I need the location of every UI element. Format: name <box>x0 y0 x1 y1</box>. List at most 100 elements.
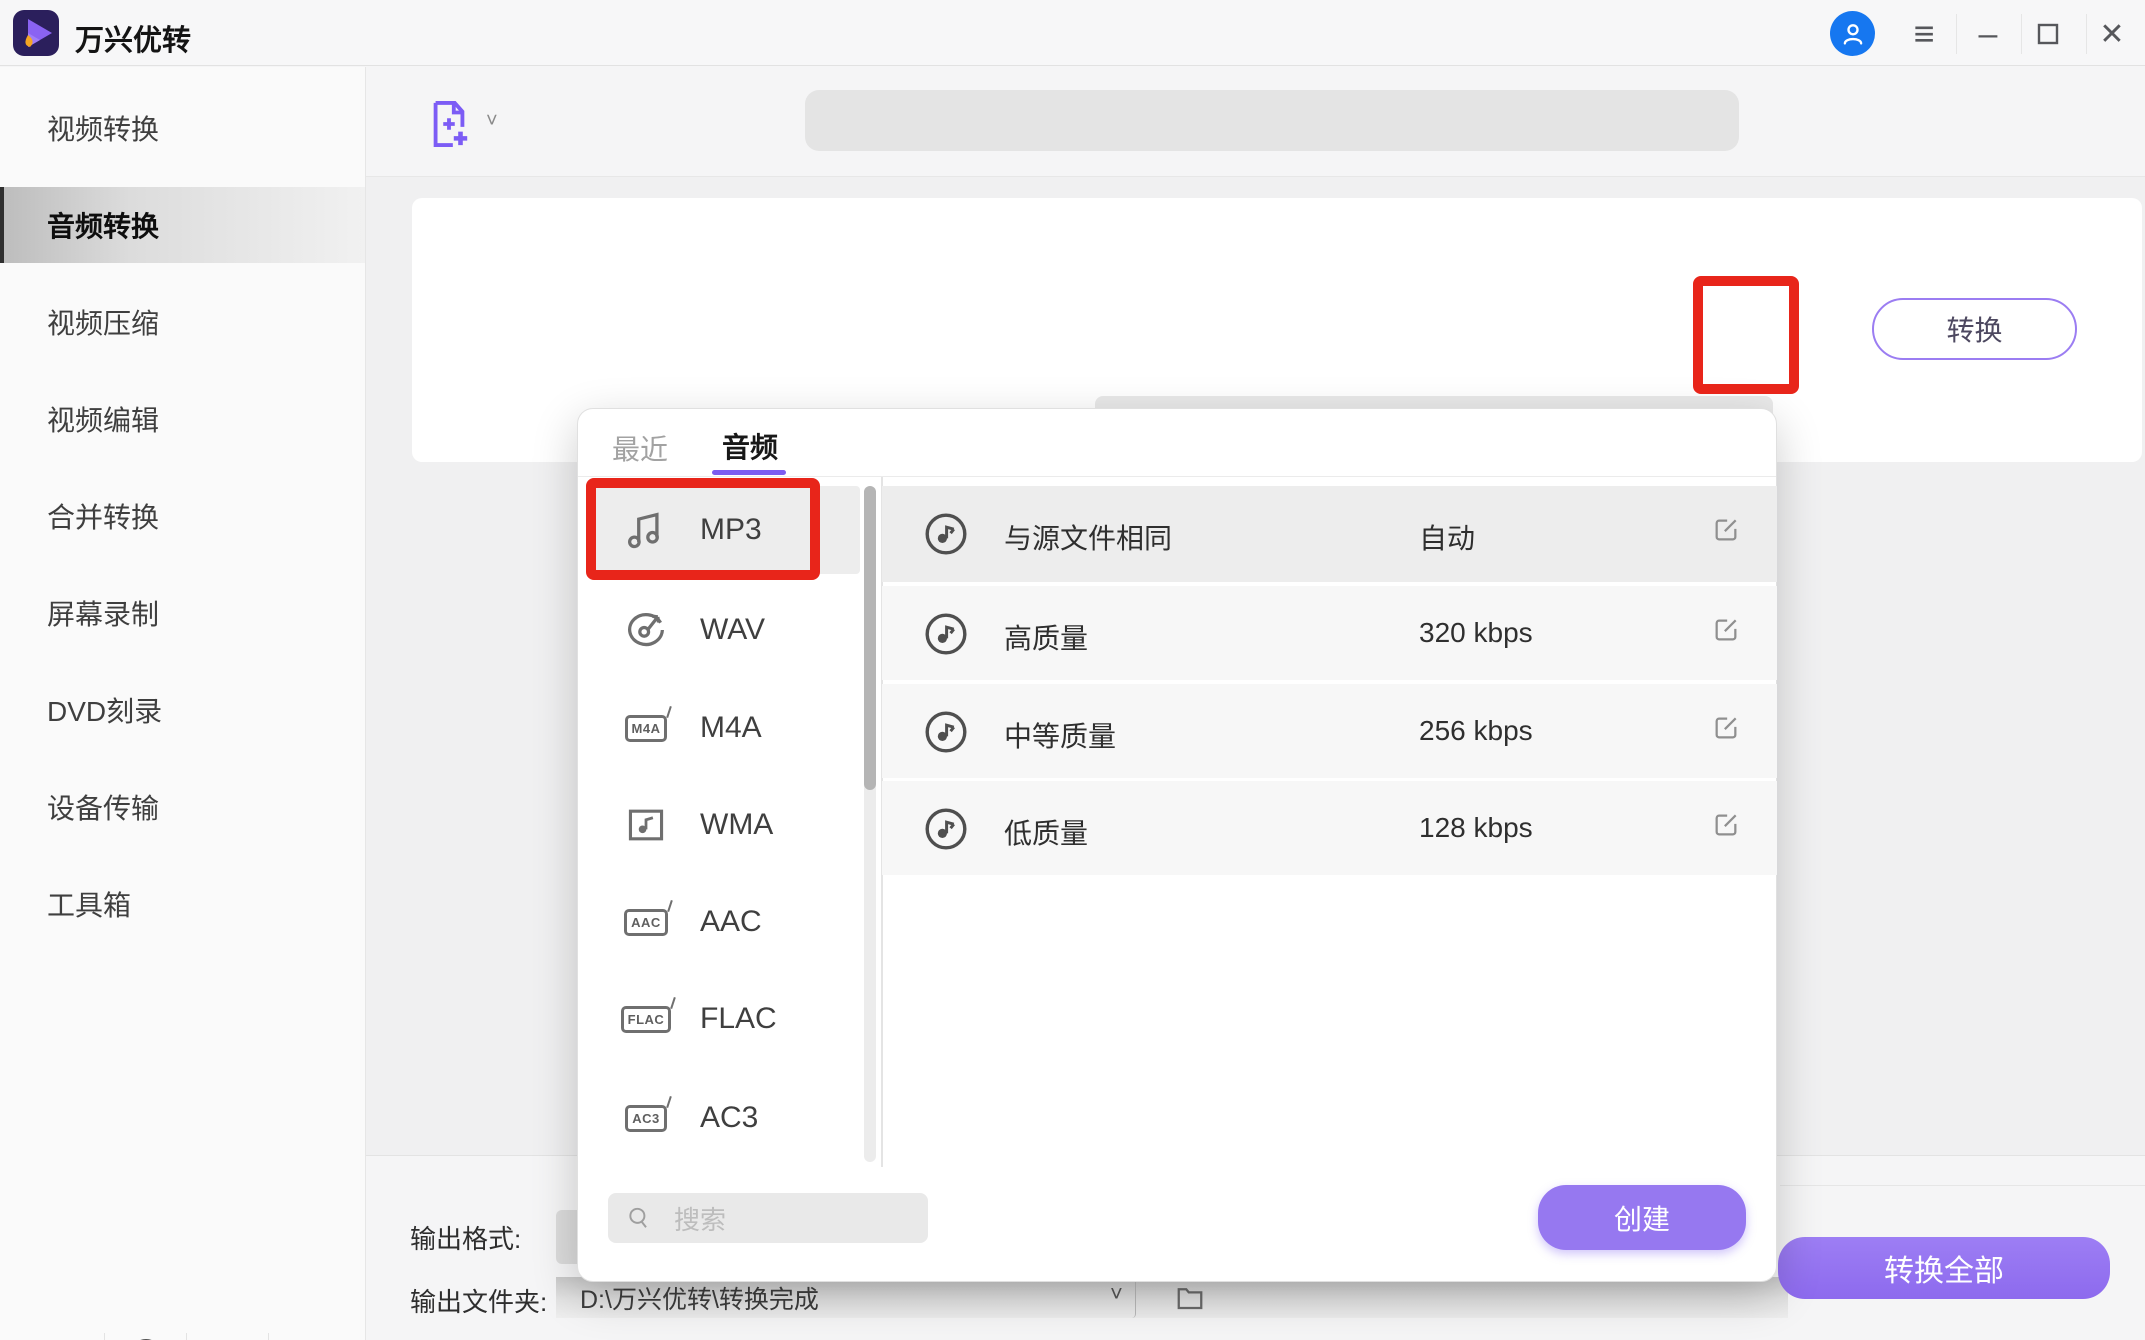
search-placeholder: 搜索 <box>674 1200 726 1237</box>
community-button[interactable] <box>204 1331 252 1340</box>
help-button[interactable]: ? <box>122 1331 170 1340</box>
sidebar-item-label: 工具箱 <box>47 884 131 924</box>
app-logo-icon <box>12 9 60 57</box>
active-tab-underline <box>712 470 786 475</box>
account-avatar[interactable] <box>1830 11 1875 56</box>
hamburger-icon: ≡ <box>1913 13 1934 55</box>
music-note-icon <box>618 504 674 556</box>
sidebar-item-device-transfer[interactable]: 设备传输 <box>0 769 365 845</box>
sidebar-item-video-compress[interactable]: 视频压缩 <box>0 284 365 360</box>
divider <box>578 476 1776 477</box>
edit-quality-button[interactable] <box>1712 516 1740 549</box>
divider <box>366 176 2145 177</box>
title-bar: 万兴优转 ≡ – ✕ <box>0 0 2145 66</box>
format-label: M4A <box>700 711 762 745</box>
search-icon <box>626 1205 652 1231</box>
sidebar-item-label: DVD刻录 <box>47 690 162 730</box>
sidebar-item-video-edit[interactable]: 视频编辑 <box>0 381 365 457</box>
sidebar: 视频转换 音频转换 视频压缩 视频编辑 合并转换 屏幕录制 DVD刻录 设备传输… <box>0 67 366 1340</box>
popup-tab-recent[interactable]: 最近 <box>612 428 682 462</box>
format-item-aac[interactable]: AAC AAC <box>590 878 860 966</box>
format-item-m4a[interactable]: M4A M4A <box>590 684 860 772</box>
edit-icon <box>1712 714 1740 742</box>
search-input[interactable]: 搜索 <box>608 1193 928 1243</box>
app-window: 万兴优转 ≡ – ✕ 视频转换 音频转换 视频压缩 视频编辑 合并转换 屏幕录制… <box>0 0 2145 1340</box>
divider <box>186 1333 187 1340</box>
quality-value: 自动 <box>1419 517 1475 557</box>
sidebar-item-label: 合并转换 <box>47 496 159 536</box>
quality-row-low[interactable]: 低质量 128 kbps <box>882 781 1777 875</box>
edit-quality-button[interactable] <box>1712 714 1740 747</box>
format-label: MP3 <box>700 513 762 547</box>
disc-arrow-icon <box>618 604 674 656</box>
quality-label: 中等质量 <box>1004 715 1116 755</box>
sidebar-item-label: 屏幕录制 <box>47 593 159 633</box>
quality-row-high[interactable]: 高质量 320 kbps <box>882 586 1777 680</box>
divider <box>104 1333 105 1340</box>
disc-note-icon <box>922 708 970 761</box>
convert-all-button[interactable]: 转换全部 <box>1778 1237 2110 1299</box>
create-button[interactable]: 创建 <box>1538 1185 1746 1250</box>
sidebar-item-merge-convert[interactable]: 合并转换 <box>0 478 365 554</box>
window-divider <box>1956 14 1957 54</box>
output-folder-label: 输出文件夹: <box>410 1282 547 1319</box>
format-item-ac3[interactable]: AC3 AC3 <box>590 1074 860 1162</box>
sidebar-item-label: 视频转换 <box>47 108 159 148</box>
close-button[interactable]: ✕ <box>2094 16 2130 52</box>
edit-icon <box>1712 616 1740 644</box>
m4a-badge-icon: M4A <box>618 702 674 754</box>
convert-button[interactable]: 转换 <box>1872 298 2077 360</box>
maximize-icon <box>2037 23 2059 45</box>
quality-value: 128 kbps <box>1419 812 1533 844</box>
maximize-button[interactable] <box>2030 16 2066 52</box>
sidebar-item-label: 视频编辑 <box>47 399 159 439</box>
add-file-icon <box>426 99 472 149</box>
chevron-down-icon[interactable]: ˅ <box>1110 1281 1123 1307</box>
format-label: WMA <box>700 808 773 842</box>
sidebar-item-dvd-burn[interactable]: DVD刻录 <box>0 672 365 748</box>
popup-tab-audio[interactable]: 音频 <box>722 426 792 460</box>
quality-label: 低质量 <box>1004 812 1088 852</box>
window-divider <box>2021 14 2022 54</box>
edit-quality-button[interactable] <box>1712 616 1740 649</box>
disc-note-icon <box>922 610 970 663</box>
quality-label: 高质量 <box>1004 617 1088 657</box>
sidebar-item-toolbox[interactable]: 工具箱 <box>0 866 365 942</box>
format-item-mp3[interactable]: MP3 <box>590 486 860 574</box>
output-folder-select[interactable]: D:\万兴优转\转换完成 <box>556 1277 1136 1318</box>
person-icon <box>1838 19 1868 49</box>
format-label: FLAC <box>700 1002 777 1036</box>
browse-folder-button[interactable] <box>1168 1281 1212 1315</box>
minimize-icon: – <box>1979 15 1998 54</box>
disc-note-icon <box>922 805 970 858</box>
window-divider <box>2086 14 2087 54</box>
sidebar-item-label: 视频压缩 <box>47 302 159 342</box>
quality-value: 256 kbps <box>1419 715 1533 747</box>
square-note-icon <box>618 799 674 851</box>
ac3-badge-icon: AC3 <box>618 1092 674 1144</box>
minimize-button[interactable]: – <box>1970 16 2006 52</box>
menu-button[interactable]: ≡ <box>1906 16 1942 52</box>
quality-row-same-as-source[interactable]: 与源文件相同 自动 <box>882 486 1777 582</box>
edit-icon <box>1712 516 1740 544</box>
chevron-down-icon[interactable]: ˅ <box>486 110 498 133</box>
quality-row-medium[interactable]: 中等质量 256 kbps <box>882 684 1777 778</box>
edit-quality-button[interactable] <box>1712 811 1740 844</box>
format-label: AC3 <box>700 1101 758 1135</box>
format-label: AAC <box>700 905 762 939</box>
format-item-flac[interactable]: FLAC FLAC <box>590 975 860 1063</box>
quality-value: 320 kbps <box>1419 617 1533 649</box>
format-item-wav[interactable]: WAV <box>590 586 860 674</box>
aac-badge-icon: AAC <box>618 896 674 948</box>
sidebar-item-screen-record[interactable]: 屏幕录制 <box>0 575 365 651</box>
sidebar-item-video-convert[interactable]: 视频转换 <box>0 90 365 166</box>
format-list-scrollbar-thumb[interactable] <box>864 486 876 790</box>
add-file-button[interactable] <box>420 96 478 152</box>
flac-badge-icon: FLAC <box>618 993 674 1045</box>
quality-label: 与源文件相同 <box>1004 517 1172 557</box>
sidebar-item-audio-convert[interactable]: 音频转换 <box>0 187 365 263</box>
format-item-wma[interactable]: WMA <box>590 781 860 869</box>
guide-button[interactable] <box>40 1331 88 1340</box>
divider <box>268 1333 269 1340</box>
output-folder-path: D:\万兴优转\转换完成 <box>580 1280 819 1316</box>
